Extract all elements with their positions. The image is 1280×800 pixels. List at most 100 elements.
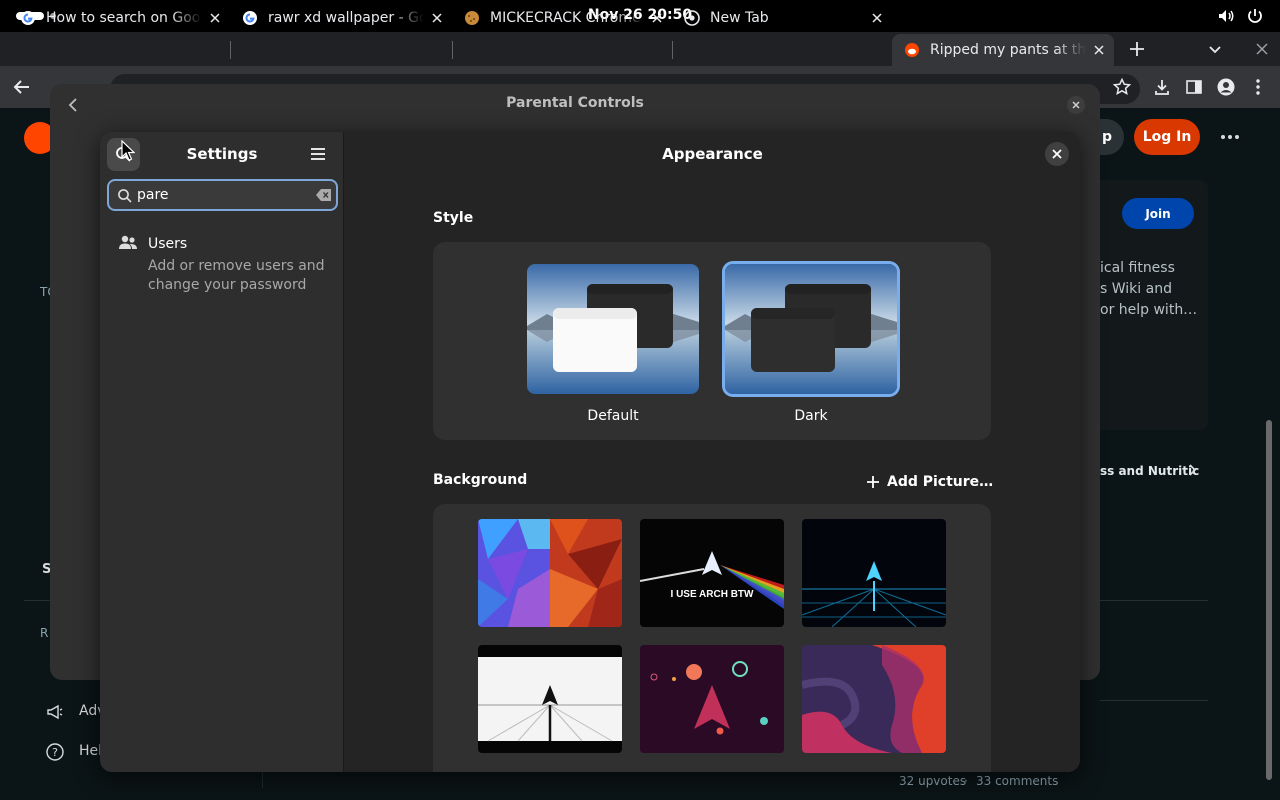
settings-search-input[interactable]	[137, 184, 307, 206]
search-icon	[118, 189, 132, 203]
tab-title: rawr xd wallpaper - Go	[268, 10, 424, 26]
page-scrollbar[interactable]	[1266, 420, 1272, 780]
reddit-divider-2	[1100, 700, 1208, 701]
side-panel-icon[interactable]	[1184, 77, 1204, 97]
result-title: Users	[148, 236, 188, 252]
chrome-menu-icon[interactable]	[1248, 77, 1268, 97]
result-subtitle: Add or remove users and change your pass…	[148, 258, 325, 293]
reddit-join-button[interactable]: Join	[1122, 198, 1194, 229]
tab-separator	[452, 41, 453, 59]
dark-style-preview	[725, 264, 897, 394]
arch-planets-wallpaper-icon	[640, 645, 784, 753]
wallpaper-arch-prism[interactable]: I USE ARCH BTW	[640, 519, 784, 627]
tab-title: MICKECRACK Chrome	[490, 10, 641, 26]
cracker-favicon-icon	[465, 11, 479, 25]
tab-new-tab[interactable]: New Tab	[672, 4, 892, 32]
comment-count: 33 comments	[976, 774, 1059, 788]
arch-neon-grid-wallpaper-icon	[802, 519, 946, 627]
chevron-right-icon[interactable]	[1184, 462, 1200, 478]
tab-close-icon[interactable]	[430, 11, 444, 25]
stats-separator: ·	[964, 774, 968, 788]
settings-close-button[interactable]	[1045, 142, 1069, 166]
profile-avatar-icon[interactable]	[1216, 77, 1236, 97]
red-purple-waves-wallpaper-icon	[802, 645, 946, 753]
tab-close-icon[interactable]	[650, 11, 664, 25]
about-line-2: s Wiki and	[1100, 281, 1172, 297]
bookmark-star-icon[interactable]	[1112, 77, 1132, 97]
tab-separator	[230, 41, 231, 59]
plus-icon	[867, 476, 879, 488]
style-option-default[interactable]	[527, 264, 699, 394]
mouse-cursor-icon	[121, 140, 135, 161]
tab-title: How to search on Goo	[46, 10, 201, 26]
svg-text:?: ?	[52, 746, 58, 759]
megaphone-icon[interactable]	[45, 702, 65, 722]
tab-rawr-wallpaper[interactable]: rawr xd wallpaper - Go	[230, 4, 452, 32]
reddit-favicon-icon	[905, 43, 919, 57]
window-close-icon[interactable]	[1252, 39, 1272, 59]
blue-red-polygon-wallpaper-icon	[478, 519, 622, 627]
tab-title: New Tab	[710, 10, 769, 26]
hamburger-menu-icon[interactable]	[308, 144, 328, 164]
appearance-panel: Appearance Style Default Dark Background…	[345, 132, 1080, 772]
settings-title-text: Settings	[186, 145, 258, 163]
add-picture-label: Add Picture…	[887, 474, 994, 490]
parental-controls-close-icon[interactable]	[1066, 95, 1086, 115]
tab-title: Ripped my pants at the	[930, 42, 1086, 58]
about-line-3: or help with…	[1100, 302, 1198, 318]
wallpaper-arch-white-bridge[interactable]	[478, 645, 622, 753]
clear-text-icon[interactable]	[315, 187, 333, 203]
back-arrow-icon[interactable]	[12, 77, 32, 97]
arch-white-bridge-wallpaper-icon	[478, 645, 622, 753]
settings-window: Settings Users Add or remove users and c…	[100, 132, 1080, 772]
style-label-dark: Dark	[794, 408, 828, 424]
wallpaper-blue-red-polygon[interactable]	[478, 519, 622, 627]
appearance-title: Appearance	[345, 145, 1080, 163]
wallpaper-grid: I USE ARCH BTW	[433, 504, 991, 772]
tab-mickecrack[interactable]: MICKECRACK Chrome	[452, 4, 672, 32]
about-line-1: ical fitness	[1100, 260, 1175, 276]
tab-close-icon[interactable]	[208, 11, 222, 25]
wallpaper-arch-neon-grid[interactable]	[802, 519, 946, 627]
help-icon[interactable]: ?	[45, 742, 65, 762]
left-section-r: R	[40, 626, 49, 640]
close-icon	[1052, 149, 1062, 159]
tab-close-icon[interactable]	[870, 11, 884, 25]
parental-controls-title-text: Parental Controls	[506, 95, 644, 111]
help-link[interactable]: Hel	[79, 743, 102, 759]
screen: p Log In Join ical fitness s Wiki and or…	[0, 0, 1280, 800]
tab-search-chevron-icon[interactable]	[1205, 39, 1225, 59]
tab-google-search[interactable]: How to search on Goo	[8, 4, 230, 32]
wallpaper-red-purple-waves[interactable]	[802, 645, 946, 753]
wallpaper-arch-planets[interactable]	[640, 645, 784, 753]
style-option-dark[interactable]	[725, 264, 897, 394]
reddit-more-icon[interactable]	[1220, 127, 1240, 147]
new-tab-plus-icon[interactable]	[1127, 39, 1147, 59]
settings-search-field[interactable]	[107, 179, 338, 211]
google-favicon-icon	[243, 11, 257, 25]
search-result-users[interactable]: Users Add or remove users and change you…	[100, 228, 344, 298]
wallpaper-caption: I USE ARCH BTW	[671, 589, 755, 600]
users-icon	[119, 235, 137, 249]
add-picture-button[interactable]: Add Picture…	[865, 472, 993, 492]
style-label-default: Default	[587, 408, 639, 424]
style-section-label: Style	[433, 210, 474, 226]
appearance-title-text: Appearance	[662, 145, 763, 163]
google-favicon-icon	[21, 11, 35, 25]
back-chevron-icon[interactable]	[63, 95, 83, 115]
signup-label: p	[1101, 129, 1112, 145]
tab-close-icon[interactable]	[1092, 43, 1106, 57]
arch-prism-wallpaper-icon: I USE ARCH BTW	[640, 519, 784, 627]
style-selector: Default Dark	[433, 242, 991, 440]
power-icon[interactable]	[1245, 6, 1265, 26]
reddit-divider	[1100, 600, 1208, 601]
tab-reddit-active[interactable]: Ripped my pants at the	[892, 34, 1114, 66]
reddit-login-button[interactable]: Log In	[1134, 119, 1200, 155]
settings-sidebar: Settings Users Add or remove users and c…	[100, 132, 344, 772]
volume-icon[interactable]	[1216, 6, 1236, 26]
upvote-count: 32 upvotes	[899, 774, 967, 788]
download-icon[interactable]	[1152, 77, 1172, 97]
chrome-favicon-icon	[684, 10, 700, 26]
background-section-label: Background	[433, 472, 528, 488]
default-style-preview	[527, 264, 699, 394]
